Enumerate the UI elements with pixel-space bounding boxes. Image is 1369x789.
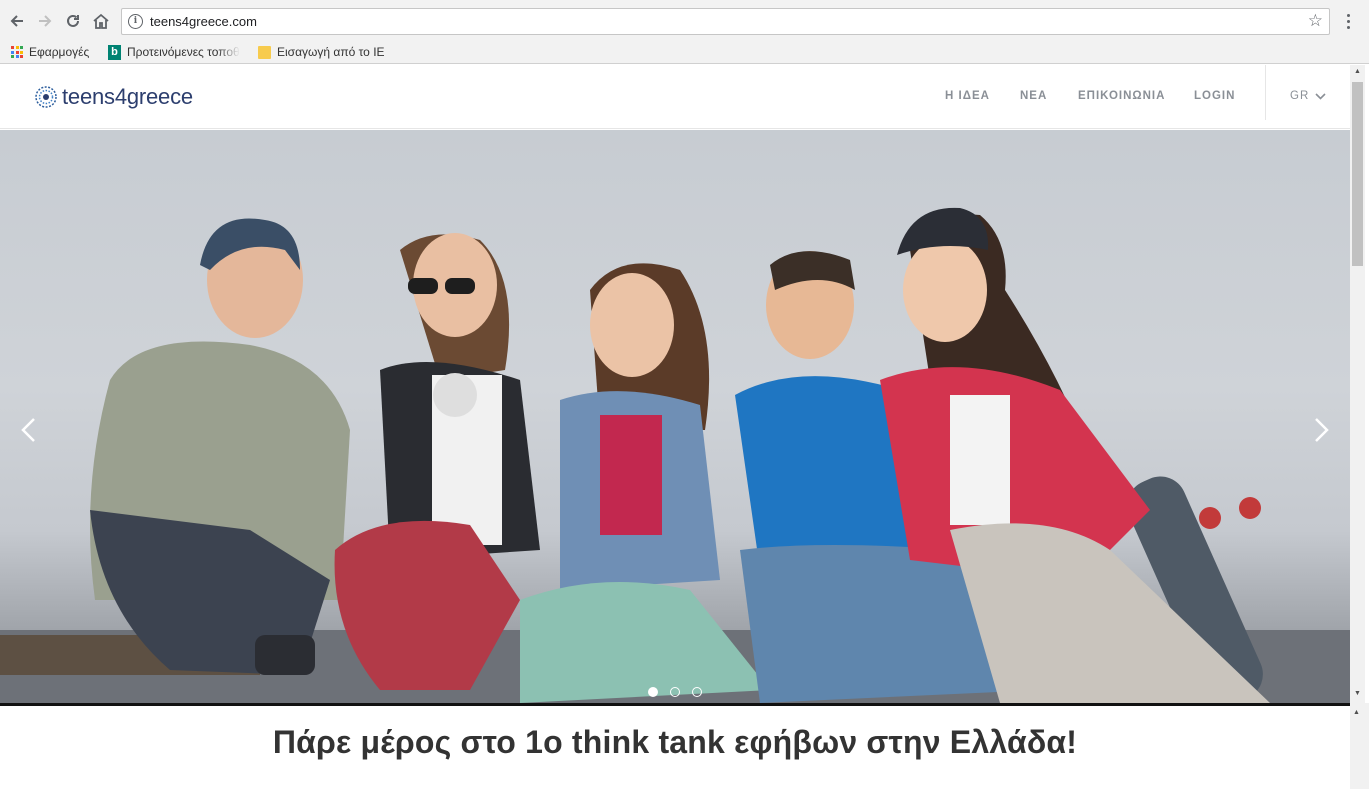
- carousel-dot-2[interactable]: [670, 687, 680, 697]
- folder-icon: [258, 45, 271, 59]
- bookmark-suggested-sites[interactable]: b Προτεινόμενες τοποθ: [108, 43, 240, 61]
- logo-text: teens4greece: [62, 84, 193, 109]
- nav-link-news[interactable]: ΝΕΑ: [1020, 90, 1047, 102]
- carousel-dot-1[interactable]: [648, 687, 658, 697]
- bookmark-label: Προτεινόμενες τοποθ: [127, 45, 240, 59]
- nav-link-idea[interactable]: Η ΙΔΕΑ: [945, 90, 990, 102]
- chevron-down-icon: [1315, 92, 1326, 100]
- browser-toolbar: i teens4greece.com ☆: [0, 0, 1369, 40]
- back-icon[interactable]: [6, 10, 28, 32]
- scroll-up-icon[interactable]: ▲: [1353, 709, 1360, 716]
- bookmark-label: Εφαρμογές: [29, 45, 90, 59]
- scroll-down-icon[interactable]: ▼: [1352, 689, 1363, 699]
- scroll-up-icon[interactable]: ▲: [1352, 67, 1363, 77]
- more-vert-icon[interactable]: [1341, 10, 1355, 32]
- star-icon[interactable]: ☆: [1308, 11, 1323, 31]
- logo-globe-icon: [35, 86, 57, 108]
- inner-scrollbar[interactable]: ▲: [1350, 703, 1369, 789]
- divider: [1265, 65, 1266, 120]
- reload-icon[interactable]: [62, 10, 84, 32]
- chevron-right-icon[interactable]: [1306, 415, 1336, 445]
- language-label: GR: [1290, 90, 1310, 102]
- language-selector[interactable]: GR: [1290, 90, 1326, 102]
- bookmark-import-ie[interactable]: Εισαγωγή από το IE: [258, 43, 385, 61]
- hero-carousel: [0, 130, 1350, 703]
- address-bar[interactable]: i teens4greece.com ☆: [121, 8, 1330, 35]
- intro-headline: Πάρε μέρος στο 1ο think tank εφήβων στην…: [272, 724, 1078, 760]
- bookmark-label: Εισαγωγή από το IE: [277, 45, 385, 59]
- chevron-left-icon[interactable]: [14, 415, 44, 445]
- info-icon[interactable]: i: [128, 14, 143, 29]
- bookmarks-bar: Εφαρμογές b Προτεινόμενες τοποθ Εισαγωγή…: [0, 40, 1369, 64]
- home-icon[interactable]: [90, 10, 112, 32]
- url-text[interactable]: teens4greece.com: [150, 14, 257, 29]
- apps-grid-icon: [11, 46, 23, 58]
- bing-icon: b: [108, 44, 121, 60]
- scrollbar-thumb[interactable]: [1352, 82, 1363, 266]
- site-logo[interactable]: teens4greece: [34, 84, 193, 110]
- carousel-indicators: [648, 687, 702, 697]
- bookmark-apps[interactable]: Εφαρμογές: [11, 43, 89, 61]
- forward-icon[interactable]: [34, 10, 56, 32]
- nav-link-contact[interactable]: ΕΠΙΚΟΙΝΩΝΙΑ: [1078, 90, 1165, 102]
- site-header: teens4greece Η ΙΔΕΑ ΝΕΑ ΕΠΙΚΟΙΝΩΝΙΑ LOGI…: [0, 65, 1350, 129]
- carousel-dot-3[interactable]: [692, 687, 702, 697]
- nav-link-login[interactable]: LOGIN: [1194, 90, 1235, 102]
- hero-image: [0, 207, 1350, 703]
